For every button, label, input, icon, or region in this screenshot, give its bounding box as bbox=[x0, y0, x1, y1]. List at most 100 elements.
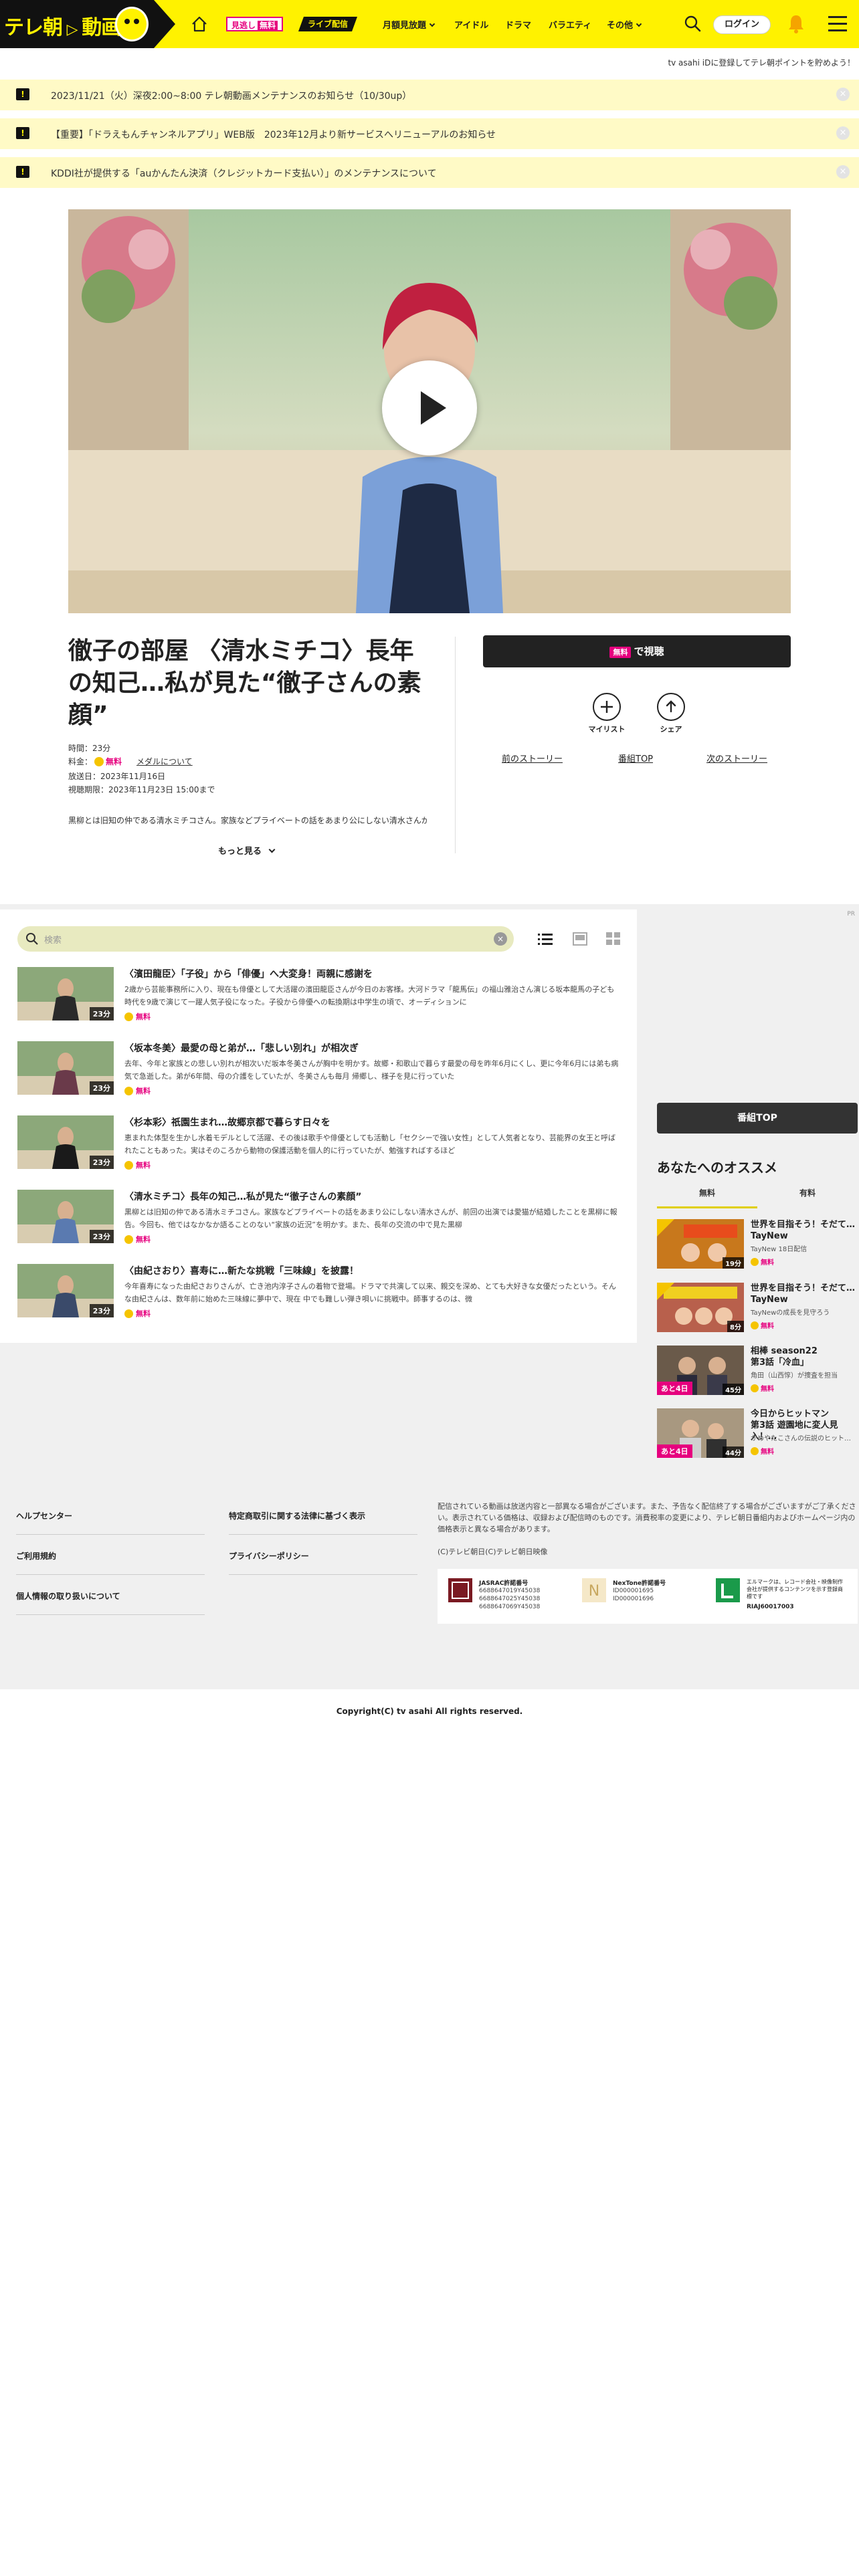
recommendation-thumbnail[interactable]: あと4日 45分 bbox=[657, 1346, 744, 1395]
episode-list-item[interactable]: 23分 〈杉本彩〉祇園生まれ…故郷京都で暮らす日々を 恵まれた体型を生かし水着モ… bbox=[17, 1115, 621, 1170]
recommendation-thumbnail[interactable]: あと4日 44分 bbox=[657, 1408, 744, 1458]
program-top-link[interactable]: 番組TOP bbox=[618, 752, 653, 764]
disclaimer-text: 配信されている動画は放送内容と一部異なる場合がございます。また、予告なく配信終了… bbox=[438, 1501, 858, 1558]
close-icon[interactable]: × bbox=[836, 126, 850, 140]
commercial-law-link[interactable]: 特定商取引に関する法律に基づく表示 bbox=[229, 1510, 365, 1521]
duration-badge: 23分 bbox=[89, 1304, 114, 1317]
episode-list-item[interactable]: 23分 〈坂本冬美〉最愛の母と弟が…「悲しい別れ」が相次ぎ 去年、今年と家族との… bbox=[17, 1041, 621, 1096]
nav-item-drama[interactable]: ドラマ bbox=[505, 18, 531, 31]
nav-item-variety[interactable]: バラエティ bbox=[549, 18, 591, 31]
recommendation-thumbnail[interactable]: 19分 bbox=[657, 1219, 744, 1269]
recommendation-title[interactable]: 世界を目指そう！そだて… bbox=[751, 1220, 855, 1230]
hamburger-menu-icon[interactable] bbox=[828, 16, 847, 32]
notice-text[interactable]: 2023/11/21（火）深夜2:00~8:00 テレ朝動画メンテナンスのお知ら… bbox=[51, 89, 411, 102]
coin-icon bbox=[751, 1447, 759, 1455]
search-icon[interactable] bbox=[684, 15, 701, 32]
lmark-text: エルマークは、レコード会社・映像制作会社が提供するコンテンツを示す登録商標です bbox=[747, 1579, 843, 1600]
jasrac-number: 6688647019Y45038 bbox=[479, 1588, 541, 1594]
episode-item-title[interactable]: 〈杉本彩〉祇園生まれ…故郷京都で暮らす日々を bbox=[124, 1115, 330, 1129]
notice-bar[interactable]: ! 2023/11/21（火）深夜2:00~8:00 テレ朝動画メンテナンスのお… bbox=[0, 80, 859, 110]
video-player[interactable] bbox=[68, 209, 791, 613]
duration-badge: 23分 bbox=[89, 1007, 114, 1021]
grid-view-icon[interactable] bbox=[606, 932, 621, 946]
recommendation-title[interactable]: 今日からヒットマン bbox=[751, 1409, 829, 1419]
previous-story-link[interactable]: 前のストーリー bbox=[502, 752, 563, 764]
mikoshi-free-badge[interactable]: 見逃し 無料 bbox=[226, 17, 284, 31]
notice-bar[interactable]: ! 【重要】「ドラえもんチャンネルアプリ」WEB版 2023年12月より新サービ… bbox=[0, 118, 859, 149]
program-top-button[interactable]: 番組TOP bbox=[657, 1103, 858, 1134]
l-mark-logo-icon bbox=[716, 1578, 740, 1602]
episode-thumbnail[interactable]: 23分 bbox=[17, 1264, 114, 1317]
notice-icon: ! bbox=[16, 166, 29, 178]
clear-icon[interactable]: × bbox=[494, 932, 507, 946]
recommendation-item[interactable]: 8分 世界を目指そう！そだて… TayNew TayNewの成長を見守ろう 無料 bbox=[657, 1283, 858, 1332]
episode-list-item[interactable]: 23分 〈清水ミチコ〉長年の知己…私が見た“徹子さんの素顔” 黒柳とは旧知の仲で… bbox=[17, 1190, 621, 1245]
episode-list-item[interactable]: 23分 〈濱田龍臣〉「子役」から「俳優」へ大変身！両親に感謝を 2歳から芸能事務… bbox=[17, 967, 621, 1022]
privacy-policy-link[interactable]: プライバシーポリシー bbox=[229, 1550, 309, 1562]
episode-list-item[interactable]: 23分 〈由紀さおり〉喜寿に…新たな挑戦「三味線」を披露！ 今年喜寿になった由紀… bbox=[17, 1264, 621, 1319]
tab-paid[interactable]: 有料 bbox=[757, 1187, 858, 1208]
nav-item-idol[interactable]: アイドル bbox=[454, 18, 488, 31]
card-view-icon[interactable] bbox=[573, 932, 587, 946]
free-label: 無料 bbox=[761, 1386, 774, 1393]
nav-item-subscription[interactable]: 月額見放題 bbox=[383, 18, 436, 31]
watch-free-button[interactable]: 無料 で視聴 bbox=[483, 635, 791, 667]
recommendation-item[interactable]: 19分 世界を目指そう！そだて… TayNew TayNew 18日配信 無料 bbox=[657, 1219, 858, 1269]
nextone-title: NexTone許諾番号 bbox=[613, 1580, 666, 1587]
play-button[interactable] bbox=[382, 360, 477, 455]
recommendation-thumbnail[interactable]: 8分 bbox=[657, 1283, 744, 1332]
recommendation-subtitle: 第3話「冷血」 bbox=[751, 1358, 809, 1368]
live-badge[interactable]: ライブ配信 bbox=[298, 17, 357, 31]
jasrac-number: 6688647025Y45038 bbox=[479, 1596, 541, 1602]
bell-icon[interactable] bbox=[787, 13, 805, 33]
nav-item-other[interactable]: その他 bbox=[607, 18, 642, 31]
point-promo-link[interactable]: tv asahi iDに登録してテレ朝ポイントを貯めよう！ bbox=[668, 57, 855, 68]
next-story-link[interactable]: 次のストーリー bbox=[706, 752, 767, 764]
episode-thumbnail[interactable]: 23分 bbox=[17, 967, 114, 1021]
divider bbox=[455, 637, 456, 853]
episode-thumbnail[interactable]: 23分 bbox=[17, 1190, 114, 1243]
lmark-block: エルマークは、レコード会社・映像制作会社が提供するコンテンツを示す登録商標です … bbox=[716, 1578, 850, 1618]
recommendation-title[interactable]: 相棒 season22 bbox=[751, 1346, 818, 1356]
close-icon[interactable]: × bbox=[836, 165, 850, 179]
episode-item-title[interactable]: 〈坂本冬美〉最愛の母と弟が…「悲しい別れ」が相次ぎ bbox=[124, 1041, 359, 1055]
search-placeholder: 検索 bbox=[44, 936, 62, 946]
episode-synopsis: 黒柳とは旧知の仲である清水ミチコさん。家族などプライベートの話をあまり公にしない… bbox=[68, 816, 427, 825]
recommendation-desc: TayNew 18日配信 bbox=[751, 1246, 807, 1253]
medal-info-link[interactable]: メダルについて bbox=[136, 757, 193, 766]
terms-link[interactable]: ご利用規約 bbox=[16, 1550, 56, 1562]
coin-icon bbox=[124, 1235, 133, 1244]
notice-bar[interactable]: ! KDDI社が提供する「auかんたん決済（クレジットカード支払い）」のメンテナ… bbox=[0, 157, 859, 188]
list-view-icon[interactable] bbox=[538, 932, 553, 946]
show-more-button[interactable]: もっと見る bbox=[218, 844, 276, 857]
share-button[interactable] bbox=[657, 693, 685, 721]
episode-item-title[interactable]: 〈濱田龍臣〉「子役」から「俳優」へ大変身！両親に感謝を bbox=[124, 967, 373, 980]
login-button[interactable]: ログイン bbox=[713, 15, 771, 34]
notice-icon: ! bbox=[16, 88, 29, 100]
divider bbox=[16, 1614, 205, 1615]
personal-info-link[interactable]: 個人情報の取り扱いについて bbox=[16, 1590, 120, 1602]
episode-search-input[interactable]: 検索 × bbox=[17, 926, 514, 952]
site-logo[interactable]: テレ朝 ▷ 動画 bbox=[0, 0, 175, 48]
days-left-badge: あと4日 bbox=[657, 1444, 692, 1458]
episode-item-title[interactable]: 〈由紀さおり〉喜寿に…新たな挑戦「三味線」を披露！ bbox=[124, 1264, 359, 1277]
notice-text[interactable]: 【重要】「ドラえもんチャンネルアプリ」WEB版 2023年12月より新サービスへ… bbox=[51, 128, 496, 141]
home-icon[interactable] bbox=[190, 15, 209, 33]
mikoshi-label: 見逃し bbox=[231, 21, 256, 30]
close-icon[interactable]: × bbox=[836, 88, 850, 101]
episode-price: 料金： 無料 メダルについて bbox=[68, 756, 193, 767]
help-center-link[interactable]: ヘルプセンター bbox=[16, 1510, 72, 1521]
nextone-number: ID000001696 bbox=[613, 1596, 654, 1602]
coin-icon bbox=[124, 1161, 133, 1170]
notice-text[interactable]: KDDI社が提供する「auかんたん決済（クレジットカード支払い）」のメンテナンス… bbox=[51, 167, 437, 180]
episode-item-title[interactable]: 〈清水ミチコ〉長年の知己…私が見た“徹子さんの素顔” bbox=[124, 1190, 361, 1203]
recommendation-item[interactable]: あと4日 45分 相棒 season22 第3話「冷血」 角田（山西惇）が捜査を担当… bbox=[657, 1346, 858, 1395]
recommendation-item[interactable]: あと4日 44分 今日からヒットマン 第3話 遊園地に変人見入！… かめやたこさんの… bbox=[657, 1408, 858, 1458]
tab-free[interactable]: 無料 bbox=[657, 1187, 757, 1208]
recommendation-title[interactable]: 世界を目指そう！そだて… bbox=[751, 1283, 855, 1293]
coin-icon bbox=[124, 1087, 133, 1095]
episode-thumbnail[interactable]: 23分 bbox=[17, 1115, 114, 1169]
episode-thumbnail[interactable]: 23分 bbox=[17, 1041, 114, 1095]
duration-badge: 23分 bbox=[89, 1156, 114, 1169]
mylist-button[interactable] bbox=[593, 693, 621, 721]
